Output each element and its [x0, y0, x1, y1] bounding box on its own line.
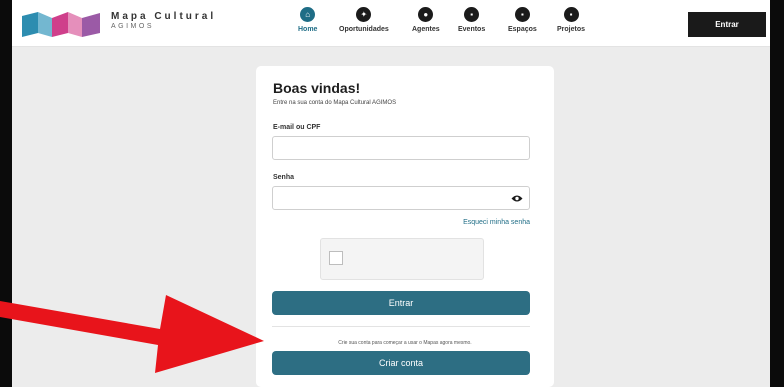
eye-icon[interactable]	[511, 194, 523, 203]
events-icon: ▪	[464, 7, 480, 22]
login-subtitle: Entre na sua conta do Mapa Cultural AGIM…	[273, 100, 397, 106]
nav-eventos[interactable]: ▪ Eventos	[458, 7, 485, 33]
projects-icon: ▪	[563, 7, 579, 22]
captcha-widget[interactable]	[320, 238, 484, 280]
nav-oportunidades[interactable]: ✦ Oportunidades	[339, 7, 389, 33]
divider	[272, 326, 530, 327]
spaces-icon: ▪	[514, 7, 530, 22]
create-account-text: Crie sua conta para começar a usar o Map…	[338, 340, 472, 346]
create-account-button[interactable]: Criar conta	[272, 351, 530, 375]
password-label: Senha	[273, 174, 295, 181]
page-title: Boas vindas!	[273, 80, 361, 96]
email-label: E-mail ou CPF	[273, 124, 321, 131]
email-field[interactable]	[272, 136, 530, 160]
mapa-cultural-logo[interactable]	[22, 11, 102, 37]
nav-projetos[interactable]: ▪ Projetos	[557, 7, 585, 33]
nav-home-label: Home	[298, 26, 318, 33]
agents-icon: ●	[418, 7, 434, 22]
home-icon: ⌂	[300, 7, 316, 22]
brand-subtitle: AGIMOS	[111, 23, 155, 30]
nav-agentes-label: Agentes	[412, 26, 440, 33]
login-submit-button[interactable]: Entrar	[272, 291, 530, 315]
password-field[interactable]	[272, 186, 530, 210]
nav-eventos-label: Eventos	[458, 26, 486, 33]
opportunities-icon: ✦	[356, 7, 372, 22]
nav-agentes[interactable]: ● Agentes	[412, 7, 440, 33]
nav-espacos[interactable]: ▪ Espaços	[508, 7, 537, 33]
nav-projetos-label: Projetos	[557, 26, 586, 33]
brand-title: Mapa Cultural	[111, 11, 217, 22]
nav-home[interactable]: ⌂ Home	[298, 7, 317, 33]
red-arrow-annotation	[0, 295, 264, 373]
nav-espacos-label: Espaços	[508, 26, 537, 33]
screen-frame-right	[770, 0, 784, 387]
header: Mapa Cultural AGIMOS ⌂ Home ✦ Oportunida…	[12, 0, 770, 47]
forgot-password-link[interactable]: Esqueci minha senha	[463, 219, 530, 226]
nav-oportunidades-label: Oportunidades	[339, 26, 389, 33]
header-enter-button[interactable]: Entrar	[688, 12, 766, 37]
login-card: Boas vindas! Entre na sua conta do Mapa …	[256, 66, 554, 387]
captcha-checkbox[interactable]	[329, 251, 343, 265]
